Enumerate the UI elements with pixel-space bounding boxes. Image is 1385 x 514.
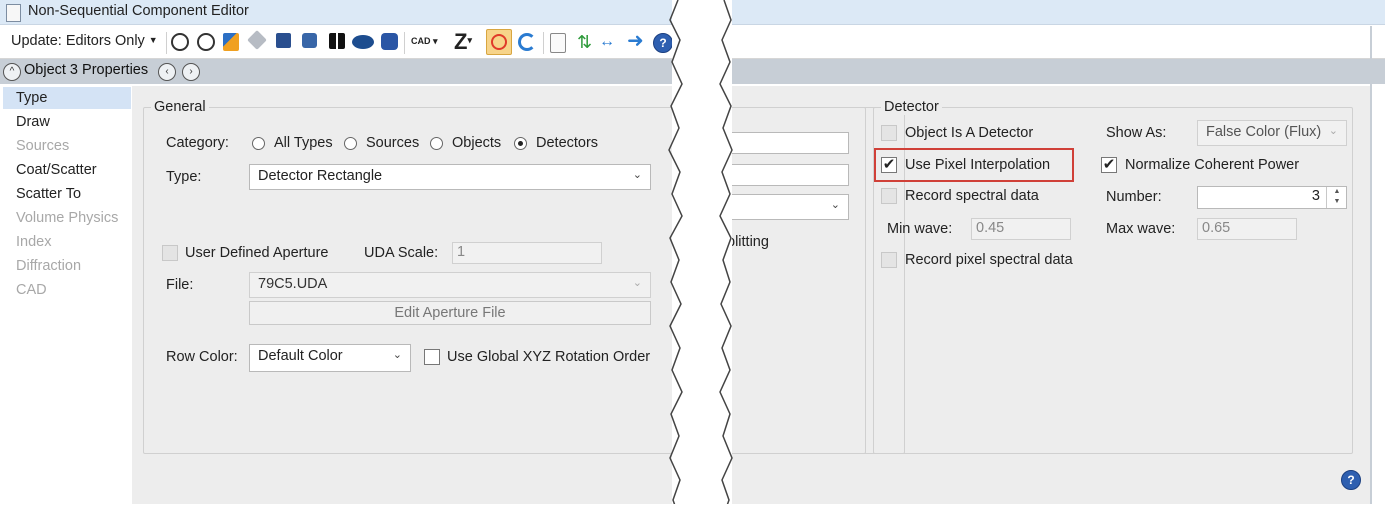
record-pixel-spectral-checkbox[interactable]: [881, 252, 897, 268]
hexagon-icon[interactable]: [381, 33, 398, 50]
radio-sources[interactable]: [344, 137, 357, 150]
object-is-detector-label: Object Is A Detector: [905, 125, 1034, 141]
cad-icon[interactable]: CAD ▾: [411, 36, 438, 47]
no-entry-button[interactable]: [486, 29, 512, 55]
max-wave-input[interactable]: 0.65: [1197, 218, 1297, 240]
bottom-margin: [0, 504, 1385, 514]
show-as-dropdown[interactable]: False Color (Flux) ⌄: [1197, 120, 1347, 146]
sidebar-item-sources[interactable]: Sources: [16, 138, 69, 154]
uda-scale-label: UDA Scale:: [364, 245, 439, 261]
undo-icon[interactable]: [518, 33, 536, 51]
chevron-down-icon: ⌄: [632, 277, 642, 289]
torn-edge-right: [719, 0, 733, 514]
global-xyz-label: Use Global XYZ Rotation Order: [447, 349, 651, 365]
next-object-button[interactable]: ›: [182, 63, 200, 81]
detector-legend: Detector: [881, 99, 942, 115]
chevron-down-icon: ⌄: [392, 349, 402, 361]
number-stepper[interactable]: 3: [1197, 186, 1347, 209]
type-label: Type:: [166, 169, 202, 185]
row-color-dropdown[interactable]: Default Color ⌄: [249, 344, 411, 372]
use-pixel-interp-checkbox[interactable]: ✔: [881, 157, 897, 173]
lens-icon[interactable]: ↔: [599, 33, 623, 51]
radio-objects-label[interactable]: Objects: [452, 135, 501, 151]
arrow-right-icon[interactable]: ➜: [627, 31, 645, 51]
type-dropdown[interactable]: Detector Rectangle ⌄: [249, 164, 651, 190]
cubes-icon[interactable]: [302, 33, 317, 48]
torn-edge-left: [668, 0, 683, 514]
global-xyz-checkbox[interactable]: [424, 349, 440, 365]
toolbar-separator: [543, 32, 544, 54]
window-border: [1370, 26, 1372, 504]
radio-sources-label[interactable]: Sources: [366, 135, 419, 151]
sidebar-item-coat-scatter[interactable]: Coat/Scatter: [16, 162, 97, 178]
cube-blue-icon[interactable]: [276, 33, 291, 48]
page-icon[interactable]: [550, 33, 566, 53]
no-entry-icon: [491, 34, 507, 50]
show-as-label: Show As:: [1106, 125, 1167, 141]
record-spectral-checkbox[interactable]: [881, 188, 897, 204]
number-label: Number:: [1106, 189, 1162, 205]
edit-aperture-button[interactable]: Edit Aperture File: [249, 301, 651, 325]
show-as-value: False Color (Flux): [1206, 124, 1322, 140]
sidebar-item-volume-physics[interactable]: Volume Physics: [16, 210, 118, 226]
update-mode-dropdown[interactable]: Update: Editors Only ▼: [11, 33, 158, 49]
update-mode-label: Update: Editors Only: [11, 33, 145, 49]
radio-objects[interactable]: [430, 137, 443, 150]
chevron-down-icon: ⌄: [1328, 125, 1338, 137]
app-icon: [6, 4, 21, 22]
ellipses-icon[interactable]: [352, 35, 374, 49]
chevron-down-icon: ▼: [148, 35, 158, 45]
toolbar-separator: [404, 32, 405, 54]
prev-object-button[interactable]: ‹: [158, 63, 176, 81]
swap-icon[interactable]: ⇅: [577, 33, 595, 51]
help-icon[interactable]: ?: [1341, 470, 1361, 490]
uda-label: User Defined Aperture: [185, 245, 329, 261]
chevron-down-icon: ⌄: [632, 169, 642, 181]
number-value: 3: [1311, 188, 1320, 204]
uda-checkbox[interactable]: [162, 245, 178, 261]
uda-scale-input[interactable]: 1: [452, 242, 602, 264]
sidebar-item-scatter-to[interactable]: Scatter To: [16, 186, 81, 202]
type-value: Detector Rectangle: [258, 168, 383, 184]
zemax-z-icon[interactable]: Z▾: [454, 29, 472, 55]
category-label: Category:: [166, 135, 229, 151]
toolbar-separator: [166, 32, 167, 54]
file-label: File:: [166, 277, 194, 293]
wand-icon[interactable]: [223, 33, 239, 51]
file-dropdown[interactable]: 79C5.UDA ⌄: [249, 272, 651, 298]
object-is-detector-checkbox[interactable]: [881, 125, 897, 141]
sidebar-item-draw[interactable]: Draw: [16, 114, 50, 130]
row-color-label: Row Color:: [166, 349, 238, 365]
sidebar-item-diffraction[interactable]: Diffraction: [16, 258, 81, 274]
chevron-down-icon: ⌄: [830, 199, 840, 211]
file-value: 79C5.UDA: [258, 276, 328, 292]
general-legend: General: [151, 99, 209, 115]
use-pixel-interp-label: Use Pixel Interpolation: [905, 157, 1051, 173]
grid-icon[interactable]: [329, 33, 345, 49]
radio-all-types-label[interactable]: All Types: [274, 135, 333, 151]
radio-all-types[interactable]: [252, 137, 265, 150]
normalize-checkbox[interactable]: ✔: [1101, 157, 1117, 173]
radio-detectors[interactable]: [514, 137, 527, 150]
stepper-arrows-icon[interactable]: ▲ ▼: [1326, 187, 1347, 208]
window-title: Non-Sequential Component Editor: [28, 3, 249, 19]
min-wave-input[interactable]: 0.45: [971, 218, 1071, 240]
normalize-label: Normalize Coherent Power: [1125, 157, 1300, 173]
radio-detectors-label[interactable]: Detectors: [536, 135, 598, 151]
min-wave-label: Min wave:: [887, 221, 953, 237]
cad-label: CAD: [411, 36, 431, 46]
sidebar-item-cad[interactable]: CAD: [16, 282, 47, 298]
record-spectral-label: Record spectral data: [905, 188, 1039, 204]
max-wave-label: Max wave:: [1106, 221, 1176, 237]
panel-title: Object 3 Properties: [24, 62, 149, 78]
refresh-icon[interactable]: [171, 33, 189, 51]
sidebar-item-index[interactable]: Index: [16, 234, 51, 250]
z-label: Z: [454, 29, 468, 54]
record-pixel-spectral-label: Record pixel spectral data: [905, 252, 1073, 268]
row-color-value: Default Color: [258, 348, 343, 364]
collapse-panel-icon[interactable]: ^: [3, 63, 21, 81]
refresh-all-icon[interactable]: [197, 33, 215, 51]
sidebar-item-type[interactable]: Type: [16, 90, 47, 106]
